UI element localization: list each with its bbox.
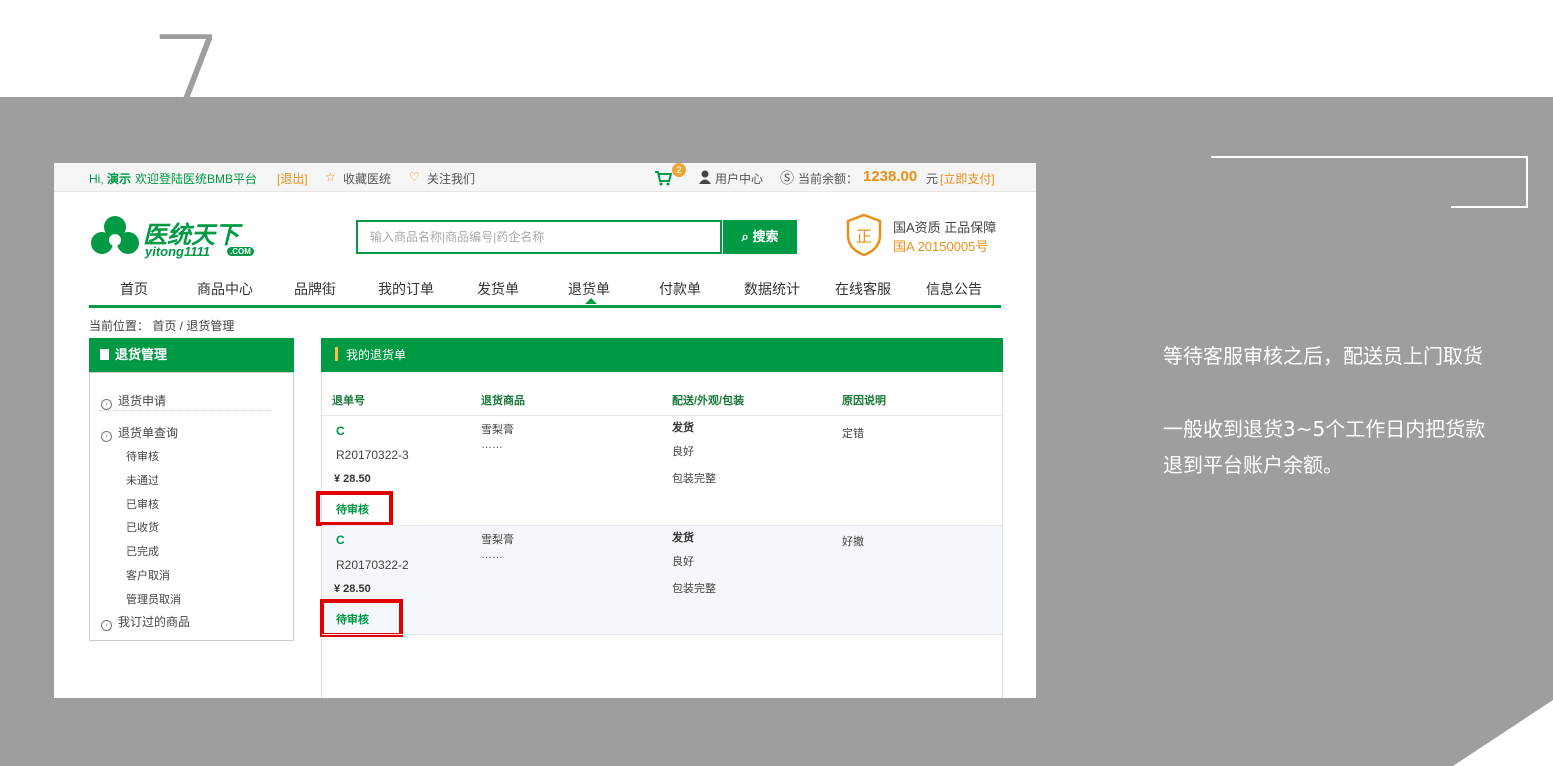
row2-product-more: …… — [481, 549, 503, 561]
nav-brands[interactable]: 品牌街 — [294, 279, 336, 299]
sidebar-return-apply[interactable]: › 退货申请 — [101, 392, 166, 410]
highlight-box — [320, 599, 403, 637]
nav-online-service[interactable]: 在线客服 — [835, 279, 891, 299]
row2-order-no[interactable]: R20170322-2 — [336, 558, 409, 572]
balance-unit: 元 — [926, 172, 939, 186]
username: 演示 — [107, 172, 132, 186]
row1-product[interactable]: 雪梨膏 — [481, 421, 514, 437]
note-line-1: 等待客服审核之后，配送员上门取货 — [1163, 344, 1483, 368]
row2-delivery: 发货 — [672, 532, 694, 544]
note-line-3: 退到平台账户余额。 — [1163, 453, 1343, 477]
row1-prefix: C — [336, 424, 345, 438]
nav-products[interactable]: 商品中心 — [197, 279, 253, 299]
user-icon — [699, 170, 711, 184]
sidebar-title: 退货管理 — [89, 338, 294, 372]
logo-english-text: yitong1111 — [145, 244, 211, 259]
row1-appearance: 良好 — [672, 446, 694, 458]
nav-my-orders[interactable]: 我的订单 — [378, 279, 434, 299]
table-divider — [322, 634, 1002, 635]
row2-product[interactable]: 雪梨膏 — [481, 531, 514, 547]
row2-appearance: 良好 — [672, 556, 694, 568]
column-header-product: 退货商品 — [481, 395, 525, 407]
clover-logo-icon — [91, 216, 139, 254]
row1-packaging: 包装完整 — [672, 473, 716, 485]
top-bar: Hi, 演示 欢迎登陆医统BMB平台 [退出] ☆ 收藏医统 ♡ 关注我们 2 … — [54, 163, 1036, 192]
dollar-icon: Ⓢ — [780, 170, 794, 186]
sidebar-sub-completed[interactable]: 已完成 — [126, 543, 159, 559]
nav-home[interactable]: 首页 — [120, 279, 148, 299]
sidebar-menu — [89, 372, 294, 641]
decorative-frame-mask — [1211, 170, 1451, 210]
cart-icon[interactable] — [654, 170, 672, 186]
sidebar-return-query[interactable]: › 退货单查询 — [101, 424, 178, 442]
slide-corner-cut — [1453, 700, 1553, 766]
row2-packaging: 包装完整 — [672, 583, 716, 595]
row1-product-more: …… — [481, 439, 503, 451]
highlight-box — [316, 491, 393, 526]
greeting: Hi, 演示 — [89, 172, 132, 186]
breadcrumb: 当前位置： 首页 / 退货管理 — [89, 319, 235, 333]
chevron-right-icon: › — [101, 620, 112, 631]
shield-icon: 正 — [846, 213, 882, 257]
chevron-right-icon: › — [101, 399, 112, 410]
table-row-alt-bg — [322, 525, 1002, 634]
row1-delivery: 发货 — [672, 422, 694, 434]
document-icon — [100, 349, 109, 360]
step-number: 7 — [150, 10, 226, 148]
svg-text:正: 正 — [856, 227, 872, 246]
column-header-delivery: 配送/外观/包装 — [672, 395, 745, 407]
column-header-return-no: 退单号 — [332, 395, 365, 407]
title-accent-bar — [335, 347, 338, 361]
sidebar-sub-pending[interactable]: 待审核 — [126, 448, 159, 464]
welcome-text: 欢迎登陆医统BMB平台 — [135, 172, 258, 186]
nav-statistics[interactable]: 数据统计 — [744, 279, 800, 299]
logout-link[interactable]: [退出] — [277, 170, 308, 187]
note-line-2: 一般收到退货3~5个工作日内把货款 — [1163, 417, 1486, 441]
search-input[interactable]: 输入商品名称|商品编号|药企名称 — [356, 220, 722, 254]
table-divider — [322, 525, 1002, 526]
row1-reason: 定错 — [842, 428, 864, 440]
row1-price: ¥ 28.50 — [334, 473, 371, 485]
favorite-link[interactable]: 收藏医统 — [343, 170, 391, 187]
nav-active-indicator — [585, 298, 597, 304]
balance-label: 当前余额： — [798, 172, 859, 186]
star-icon: ☆ — [325, 170, 336, 184]
user-center-link[interactable]: 用户中心 — [715, 170, 763, 187]
main-panel-title: 我的退货单 — [321, 338, 1003, 372]
sidebar-sub-rejected[interactable]: 未通过 — [126, 472, 159, 488]
heart-icon: ♡ — [409, 170, 420, 184]
sidebar-sub-customer-cancel[interactable]: 客户取消 — [126, 567, 170, 583]
qualification-line-1: 国A资质 正品保障 — [893, 220, 997, 235]
sidebar-sub-admin-cancel[interactable]: 管理员取消 — [126, 591, 181, 607]
sidebar-ordered-products[interactable]: › 我订过的商品 — [101, 613, 190, 631]
site-logo[interactable]: 医统天下 yitong1111 .COM — [89, 213, 259, 263]
table-divider — [322, 415, 1002, 416]
balance-value: 1238.00 — [863, 168, 918, 185]
row2-reason: 好撤 — [842, 536, 864, 548]
qualification-line-2: 国A 20150005号 — [893, 239, 989, 254]
search-icon: ⌕ — [741, 229, 749, 244]
pay-now-link[interactable]: [立即支付] — [940, 170, 995, 187]
sidebar-sub-received[interactable]: 已收货 — [126, 519, 159, 535]
search-button[interactable]: ⌕ 搜索 — [723, 220, 797, 254]
nav-announcements[interactable]: 信息公告 — [926, 279, 982, 299]
row1-order-no[interactable]: R20170322-3 — [336, 448, 409, 462]
nav-shipments[interactable]: 发货单 — [477, 279, 519, 299]
nav-returns[interactable]: 退货单 — [568, 279, 610, 299]
cart-count-badge: 2 — [672, 163, 686, 177]
sidebar-sub-approved[interactable]: 已审核 — [126, 496, 159, 512]
row2-price: ¥ 28.50 — [334, 583, 371, 595]
logo-com-badge: .COM — [227, 247, 254, 256]
website-screenshot: Hi, 演示 欢迎登陆医统BMB平台 [退出] ☆ 收藏医统 ♡ 关注我们 2 … — [54, 163, 1036, 698]
chevron-right-icon: › — [101, 431, 112, 442]
main-nav: 首页 商品中心 品牌街 我的订单 发货单 退货单 付款单 数据统计 在线客服 信… — [89, 275, 1001, 308]
column-header-reason: 原因说明 — [842, 395, 886, 407]
row2-prefix: C — [336, 533, 345, 547]
divider — [99, 410, 271, 411]
nav-payments[interactable]: 付款单 — [659, 279, 701, 299]
follow-link[interactable]: 关注我们 — [427, 170, 475, 187]
